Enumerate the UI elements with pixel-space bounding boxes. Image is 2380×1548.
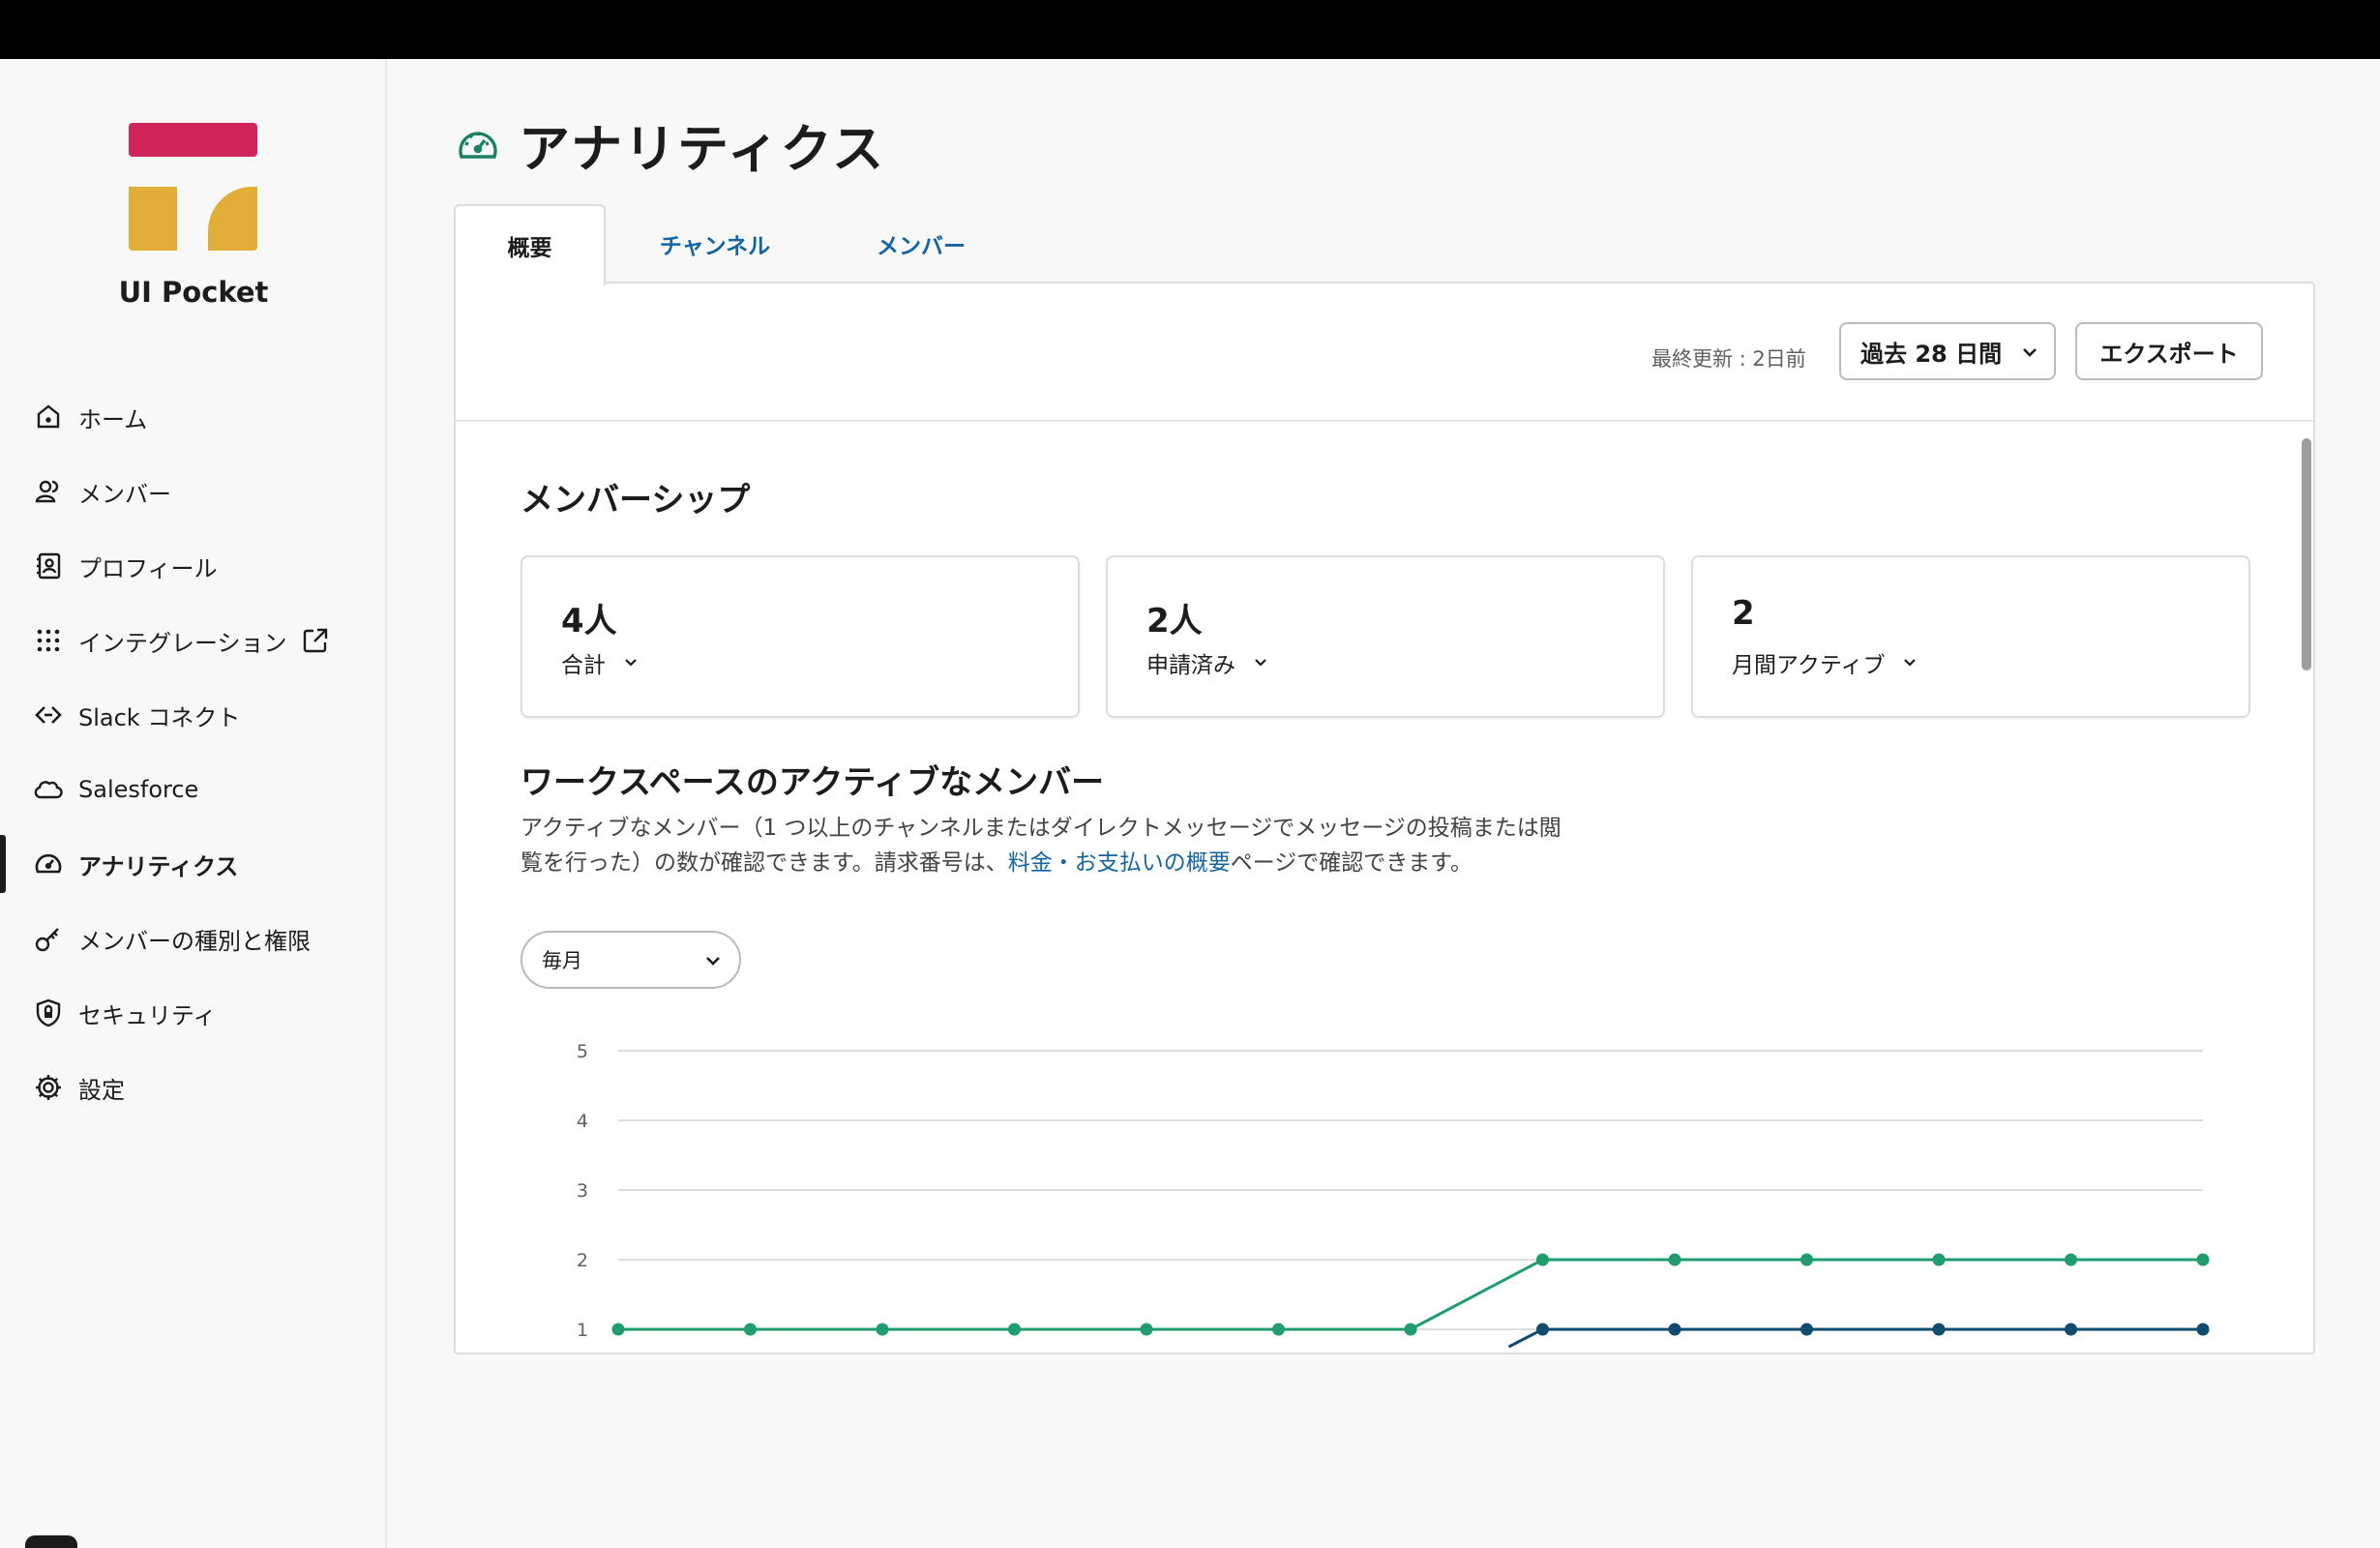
sidebar-item-home[interactable]: ホーム <box>0 388 383 446</box>
data-point[interactable] <box>2065 1253 2077 1266</box>
sidebar-item-label: Salesforce <box>78 776 199 803</box>
series-line <box>618 1258 2203 1331</box>
data-point[interactable] <box>1536 1253 1549 1266</box>
data-point[interactable] <box>1668 1253 1681 1266</box>
profile-icon <box>32 550 65 582</box>
active-members-chart: 1 2 3 4 5 <box>577 1041 2210 1349</box>
ui-pocket-logo <box>129 123 257 251</box>
workspace-avatar <box>25 1535 77 1548</box>
series-line <box>1507 1327 2203 1349</box>
data-point[interactable] <box>1932 1253 1946 1266</box>
data-point[interactable] <box>744 1323 757 1336</box>
data-point[interactable] <box>611 1323 625 1336</box>
sidebar-item-salesforce[interactable]: Salesforce <box>0 760 383 819</box>
sidebar-item-label: プロフィール <box>78 554 218 582</box>
external-link-icon <box>301 626 330 655</box>
data-point[interactable] <box>1404 1323 1417 1336</box>
workspace-switcher[interactable]: uipocket240 <box>25 1533 364 1548</box>
tab-channels[interactable]: チャンネル <box>606 204 824 283</box>
y-tick-label: 4 <box>577 1111 588 1132</box>
sidebar-item-label: Slack コネクト <box>78 703 241 731</box>
sidebar-item-label: アナリティクス <box>78 852 239 880</box>
sidebar: UI Pocket ホーム メンバー プロフィール インテグレーション Slac… <box>0 59 387 1548</box>
data-point[interactable] <box>1668 1323 1681 1336</box>
y-tick-label: 2 <box>577 1250 588 1271</box>
data-point[interactable] <box>1008 1323 1021 1336</box>
data-point[interactable] <box>1140 1323 1153 1336</box>
y-tick-label: 1 <box>577 1320 588 1341</box>
sidebar-item-label: メンバー <box>78 480 171 508</box>
analytics-icon <box>32 848 65 880</box>
sidebar-item-label: メンバーの種別と権限 <box>78 927 311 955</box>
key-icon <box>32 922 65 955</box>
members-icon <box>32 475 65 508</box>
sidebar-item-label: 設定 <box>78 1076 125 1104</box>
home-icon <box>32 401 65 433</box>
sidebar-item-analytics[interactable]: アナリティクス <box>0 835 383 893</box>
tab-bar: 概要 チャンネル メンバー <box>454 204 1018 285</box>
analytics-icon <box>459 132 497 159</box>
data-point[interactable] <box>2196 1253 2210 1266</box>
overview-panel: 最終更新 : 2日前 過去 28 日間 エクスポート メンバーシップ 4人 合計… <box>454 282 2315 1354</box>
cloud-icon <box>32 773 65 806</box>
data-point[interactable] <box>1932 1323 1946 1336</box>
sidebar-item-integrations[interactable]: インテグレーション <box>0 611 383 670</box>
data-point[interactable] <box>1800 1323 1813 1336</box>
sidebar-item-members[interactable]: メンバー <box>0 462 383 521</box>
sidebar-item-roles[interactable]: メンバーの種別と権限 <box>0 909 383 968</box>
page-header: アナリティクス <box>455 108 885 182</box>
data-point[interactable] <box>2196 1323 2210 1336</box>
slack-connect-icon <box>32 699 65 731</box>
integrations-icon <box>32 624 65 657</box>
page-title: アナリティクス <box>519 120 886 179</box>
top-bar <box>0 0 2380 59</box>
brand-name: UI Pocket <box>118 276 269 309</box>
y-tick-label: 3 <box>577 1180 588 1202</box>
tab-members[interactable]: メンバー <box>824 204 1018 283</box>
data-point[interactable] <box>1536 1323 1549 1336</box>
sidebar-item-label: インテグレーション <box>78 629 287 657</box>
sidebar-item-profile[interactable]: プロフィール <box>0 537 383 595</box>
data-point[interactable] <box>876 1323 889 1336</box>
tab-overview[interactable]: 概要 <box>454 204 606 285</box>
sidebar-item-security[interactable]: セキュリティ <box>0 984 383 1042</box>
shield-icon <box>32 997 65 1029</box>
data-point[interactable] <box>2065 1323 2077 1336</box>
y-tick-label: 5 <box>577 1041 588 1062</box>
sidebar-item-settings[interactable]: 設定 <box>0 1058 383 1116</box>
sidebar-item-label: ホーム <box>78 405 148 433</box>
data-point[interactable] <box>1800 1253 1813 1266</box>
gear-icon <box>32 1071 65 1104</box>
data-point[interactable] <box>1272 1323 1285 1336</box>
sidebar-item-slack-connect[interactable]: Slack コネクト <box>0 686 383 744</box>
sidebar-item-label: セキュリティ <box>78 1001 217 1029</box>
